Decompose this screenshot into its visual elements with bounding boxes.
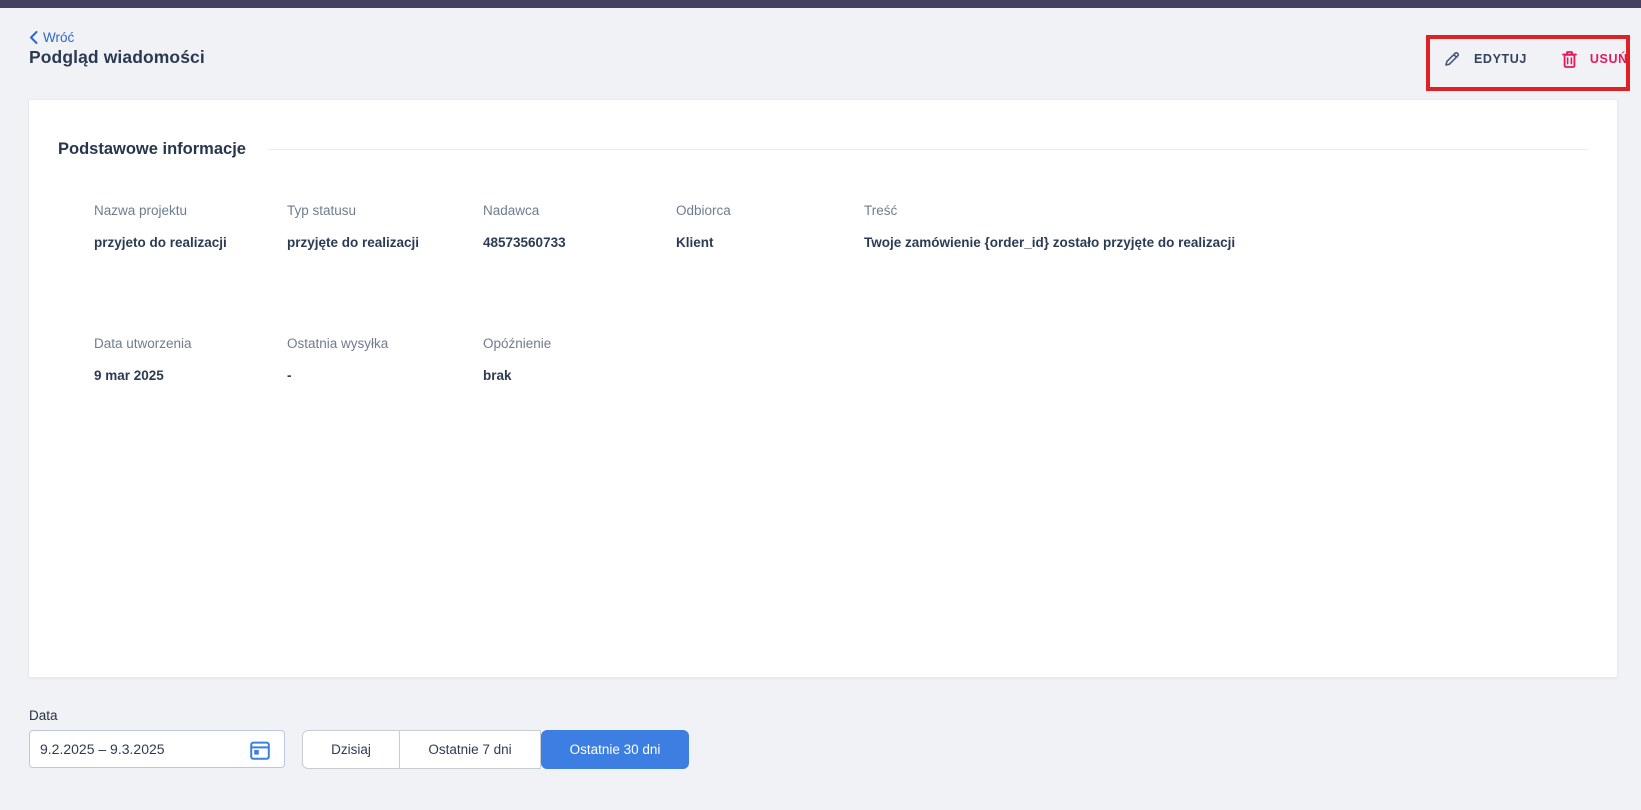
field-nazwa-projektu: Nazwa projektu przyjeto do realizacji <box>94 202 287 251</box>
field-value: 9 mar 2025 <box>94 368 164 383</box>
page-title: Podgląd wiadomości <box>29 47 205 67</box>
delete-button-label: USUŃ <box>1589 52 1628 66</box>
date-filter-controls: Dzisiaj Ostatnie 7 dni Ostatnie 30 dni <box>29 730 689 769</box>
field-value: przyjęte do realizacji <box>287 235 420 250</box>
preset-last-7-days-button[interactable]: Ostatnie 7 dni <box>400 730 541 769</box>
field-label: Data utworzenia <box>94 336 192 351</box>
field-value: brak <box>483 368 512 383</box>
field-value: Twoje zamówienie {order_id} zostało przy… <box>864 235 1236 250</box>
fields-row-1: Nazwa projektu przyjeto do realizacji Ty… <box>29 202 1617 251</box>
section-header: Podstawowe informacje <box>58 140 1588 159</box>
field-value: 48573560733 <box>483 235 566 250</box>
preset-today-button[interactable]: Dzisiaj <box>302 730 400 769</box>
back-link[interactable]: Wróć <box>29 30 74 45</box>
field-data-utworzenia: Data utworzenia 9 mar 2025 <box>94 335 287 384</box>
field-label: Nadawca <box>483 203 540 218</box>
field-value: Klient <box>676 235 714 250</box>
preset-last-30-days-button[interactable]: Ostatnie 30 dni <box>541 730 689 769</box>
trash-icon <box>1562 50 1577 68</box>
calendar-icon <box>250 741 270 760</box>
field-nadawca: Nadawca 48573560733 <box>483 202 676 251</box>
top-accent-bar <box>0 0 1641 8</box>
chevron-left-icon <box>30 31 38 44</box>
field-tresc: Treść Twoje zamówienie {order_id} został… <box>864 202 1587 251</box>
field-ostatnia-wysylka: Ostatnia wysyłka - <box>287 335 483 384</box>
field-opoznienie: Opóźnienie brak <box>483 335 676 384</box>
field-label: Ostatnia wysyłka <box>287 336 389 351</box>
pencil-icon <box>1445 51 1460 66</box>
field-label: Odbiorca <box>676 203 731 218</box>
fields-row-2: Data utworzenia 9 mar 2025 Ostatnia wysy… <box>29 335 1617 384</box>
date-range-input[interactable] <box>30 741 235 757</box>
field-label: Typ statusu <box>287 203 357 218</box>
section-divider <box>267 149 1588 150</box>
field-odbiorca: Odbiorca Klient <box>676 202 864 251</box>
back-link-label: Wróć <box>43 30 75 45</box>
field-label: Opóźnienie <box>483 336 552 351</box>
field-value: - <box>287 368 292 383</box>
field-label: Treść <box>864 203 898 218</box>
header-actions: EDYTUJ USUŃ <box>1443 50 1628 68</box>
section-title: Podstawowe informacje <box>58 140 246 158</box>
delete-button[interactable]: USUŃ <box>1562 50 1628 68</box>
edit-button-label: EDYTUJ <box>1474 52 1527 66</box>
field-value: przyjeto do realizacji <box>94 235 227 250</box>
date-range-presets: Dzisiaj Ostatnie 7 dni Ostatnie 30 dni <box>302 730 689 769</box>
field-label: Nazwa projektu <box>94 203 188 218</box>
date-filter: Data Dzisiaj Ostatnie 7 dni Ostatnie 30 … <box>29 708 689 769</box>
edit-button[interactable]: EDYTUJ <box>1443 50 1527 68</box>
calendar-picker-button[interactable] <box>249 739 271 761</box>
date-filter-label: Data <box>29 708 58 723</box>
message-preview-card: Podstawowe informacje Nazwa projektu prz… <box>28 99 1618 678</box>
date-range-field[interactable] <box>29 730 285 768</box>
field-typ-statusu: Typ statusu przyjęte do realizacji <box>287 202 483 251</box>
